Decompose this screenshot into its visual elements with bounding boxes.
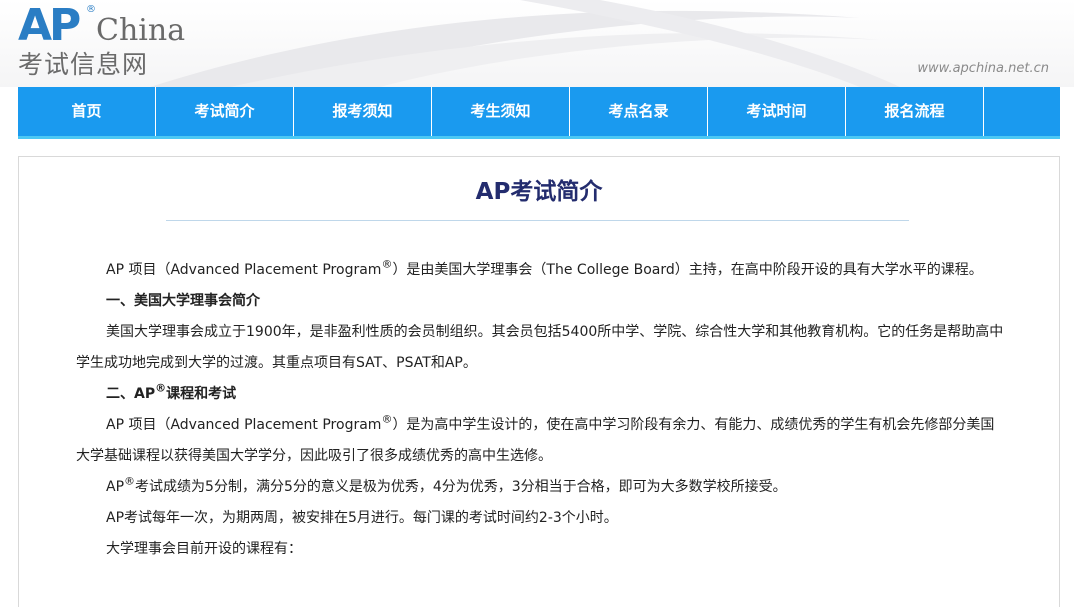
site-logo[interactable]: AP ® China 考试信息网 [18, 4, 218, 82]
nav-item-test-centers[interactable]: 考点名录 [570, 87, 708, 136]
nav-item-registration-process[interactable]: 报名流程 [846, 87, 984, 136]
section2-paragraph-2: AP®考试成绩为5分制，满分5分的意义是极为优秀，4分为优秀，3分相当于合格，即… [76, 472, 1006, 503]
registered-mark: ® [155, 381, 167, 395]
site-url: www.apchina.net.cn [917, 61, 1049, 76]
section2-p2-text-a: AP [106, 479, 125, 495]
nav-item-home[interactable]: 首页 [18, 87, 156, 136]
main-nav: 首页 考试简介 报考须知 考生须知 考点名录 考试时间 报名流程 [18, 87, 1060, 139]
intro-text-b: ）是由美国大学理事会（The College Board）主持，在高中阶段开设的… [392, 262, 983, 278]
section2-paragraph-3: AP考试每年一次，为期两周，被安排在5月进行。每门课的考试时间约2-3个小时。 [106, 510, 618, 526]
nav-item-candidate-notes[interactable]: 考生须知 [432, 87, 570, 136]
logo-ap-mark: AP [18, 0, 81, 51]
page-title: AP考试简介 [475, 179, 603, 205]
section2-p1-text-a: AP 项目（Advanced Placement Program [106, 417, 382, 433]
page: AP ® China 考试信息网 www.apchina.net.cn 首页 考… [0, 0, 1074, 607]
section2-heading-b: 课程和考试 [166, 386, 237, 402]
intro-text-a: AP 项目（Advanced Placement Program [106, 262, 382, 278]
nav-item-registration-notes[interactable]: 报考须知 [294, 87, 432, 136]
section-heading-ap-courses: 二、AP®课程和考试 [76, 379, 1006, 410]
section2-heading-a: 二、AP [106, 386, 156, 402]
registered-mark: ® [381, 412, 393, 426]
intro-paragraph: AP 项目（Advanced Placement Program®）是由美国大学… [76, 255, 1006, 286]
logo-subtitle: 考试信息网 [18, 50, 149, 79]
registered-mark: ® [124, 474, 136, 488]
section1-paragraph: 美国大学理事会成立于1900年，是非盈利性质的会员制组织。其会员包括5400所中… [76, 324, 1004, 371]
section2-p2-text-b: 考试成绩为5分制，满分5分的意义是极为优秀，4分为优秀，3分相当于合格，即可为大… [135, 479, 787, 495]
logo-china-text: China [96, 13, 186, 48]
nav-item-exam-schedule[interactable]: 考试时间 [708, 87, 846, 136]
title-divider [166, 220, 909, 221]
nav-item-exam-intro[interactable]: 考试简介 [156, 87, 294, 136]
article-body: AP 项目（Advanced Placement Program®）是由美国大学… [76, 255, 1006, 565]
logo-registered-mark: ® [86, 4, 96, 15]
section2-paragraph-4: 大学理事会目前开设的课程有： [106, 541, 302, 557]
section-heading-college-board: 一、美国大学理事会简介 [106, 293, 260, 309]
registered-mark: ® [381, 257, 393, 271]
site-header: AP ® China 考试信息网 www.apchina.net.cn [0, 0, 1074, 87]
content-panel: AP考试简介 AP 项目（Advanced Placement Program®… [18, 156, 1060, 607]
section2-paragraph-1: AP 项目（Advanced Placement Program®）是为高中学生… [76, 410, 1006, 472]
